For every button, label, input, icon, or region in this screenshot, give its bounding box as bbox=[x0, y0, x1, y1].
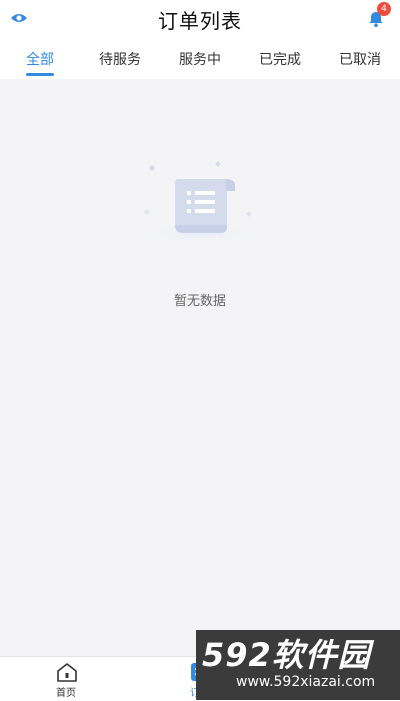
empty-document-icon bbox=[130, 161, 270, 245]
header: 订单列表 4 bbox=[0, 0, 400, 38]
order-list: 暂无数据 bbox=[0, 79, 400, 656]
tab-in-service[interactable]: 服务中 bbox=[164, 49, 236, 69]
home-icon bbox=[57, 663, 77, 682]
tab-pending[interactable]: 待服务 bbox=[84, 49, 156, 69]
nav-home-label: 首页 bbox=[56, 688, 76, 699]
page-title: 订单列表 bbox=[158, 9, 242, 33]
tab-cancelled[interactable]: 已取消 bbox=[324, 49, 396, 69]
empty-message: 暂无数据 bbox=[173, 294, 226, 309]
tab-completed[interactable]: 已完成 bbox=[244, 49, 316, 69]
watermark-url: www.592xiazai.com bbox=[236, 674, 376, 690]
watermark-logo: 592软件园 bbox=[202, 636, 371, 674]
status-tabs: 全部 待服务 服务中 已完成 已取消 bbox=[0, 38, 400, 78]
tab-all[interactable]: 全部 bbox=[4, 49, 76, 69]
active-tab-indicator bbox=[26, 73, 54, 76]
watermark: 592软件园 www.592xiazai.com bbox=[196, 630, 400, 700]
notification-button[interactable]: 4 bbox=[366, 2, 391, 29]
nav-home[interactable]: 首页 bbox=[26, 657, 106, 701]
notification-badge: 4 bbox=[377, 2, 391, 16]
